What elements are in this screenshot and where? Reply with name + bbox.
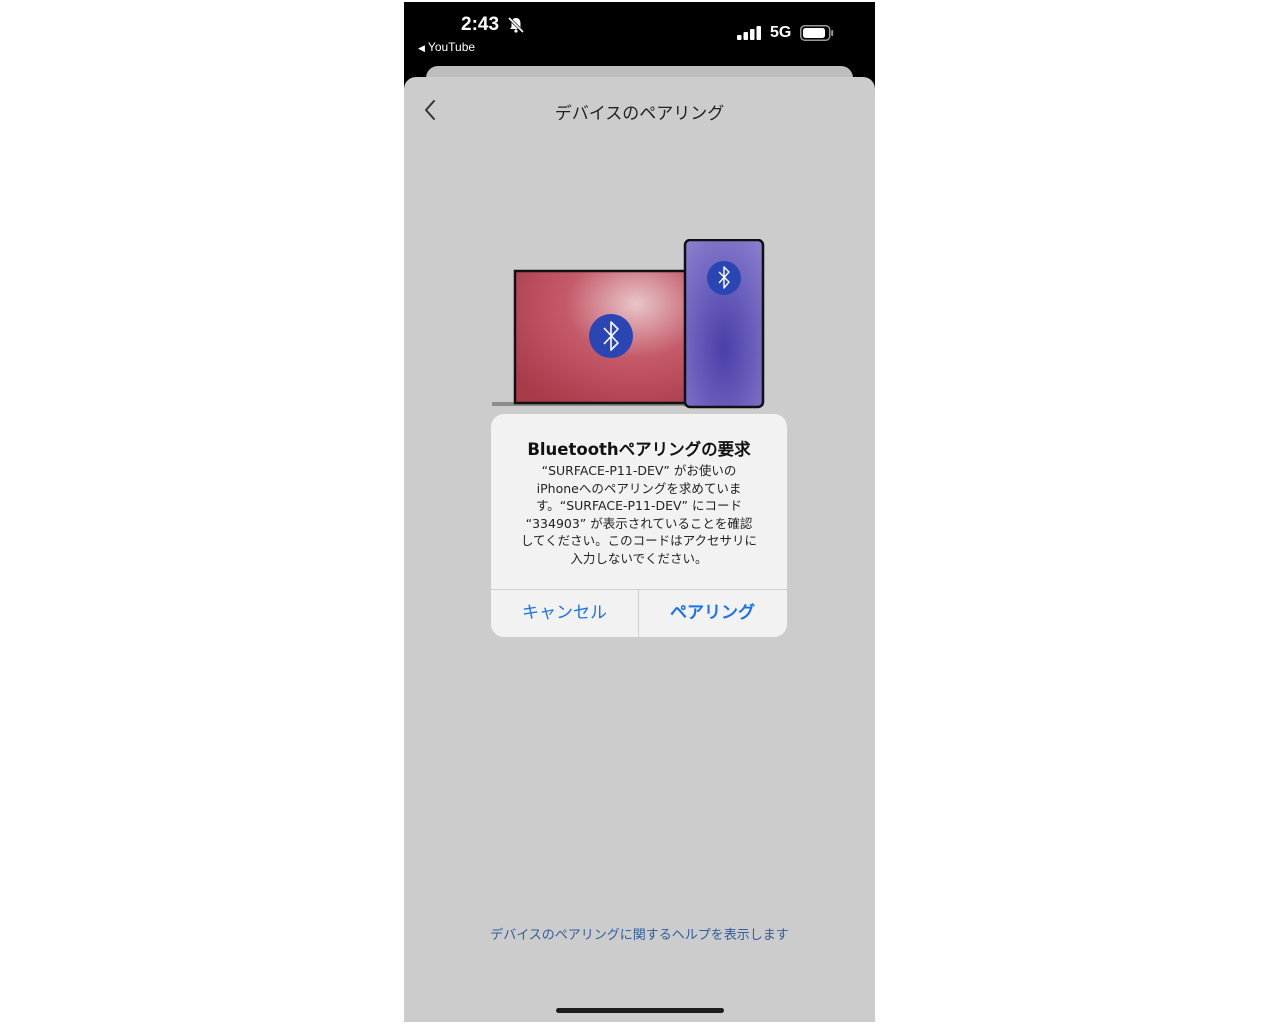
home-indicator[interactable] — [556, 1008, 724, 1013]
pair-button[interactable]: ペアリング — [639, 590, 786, 637]
bell-slash-icon — [507, 16, 525, 34]
status-time: 2:43 — [461, 14, 500, 35]
back-triangle-icon: ◀ — [418, 43, 425, 53]
signal-icon — [737, 26, 761, 40]
device-illustration — [492, 239, 765, 409]
pairing-sheet: デバイスのペアリング Bluetoothペアリングの要求 “SURFACE-P1… — [404, 77, 875, 1022]
pairing-help-link[interactable]: デバイスのペアリングに関するヘルプを表示します — [404, 924, 875, 943]
phone-screen: 2:43 ◀ YouTube 5G デバイスのペアリング Bluetoothペア… — [404, 2, 875, 1022]
back-app-label: YouTube — [427, 40, 476, 54]
page-title: デバイスのペアリング — [554, 104, 725, 124]
network-type: 5G — [770, 24, 792, 41]
bluetooth-pairing-alert: Bluetoothペアリングの要求 “SURFACE-P11-DEV” がお使い… — [491, 414, 787, 637]
alert-message: “SURFACE-P11-DEV” がお使いの iPhoneへのペアリングを求め… — [520, 463, 758, 566]
cancel-button[interactable]: キャンセル — [491, 590, 638, 637]
bluetooth-icon — [707, 261, 741, 295]
alert-title: Bluetoothペアリングの要求 — [527, 440, 751, 459]
battery-icon — [800, 25, 834, 41]
bluetooth-icon — [589, 314, 633, 358]
back-to-app-link[interactable]: ◀ YouTube — [418, 40, 475, 54]
